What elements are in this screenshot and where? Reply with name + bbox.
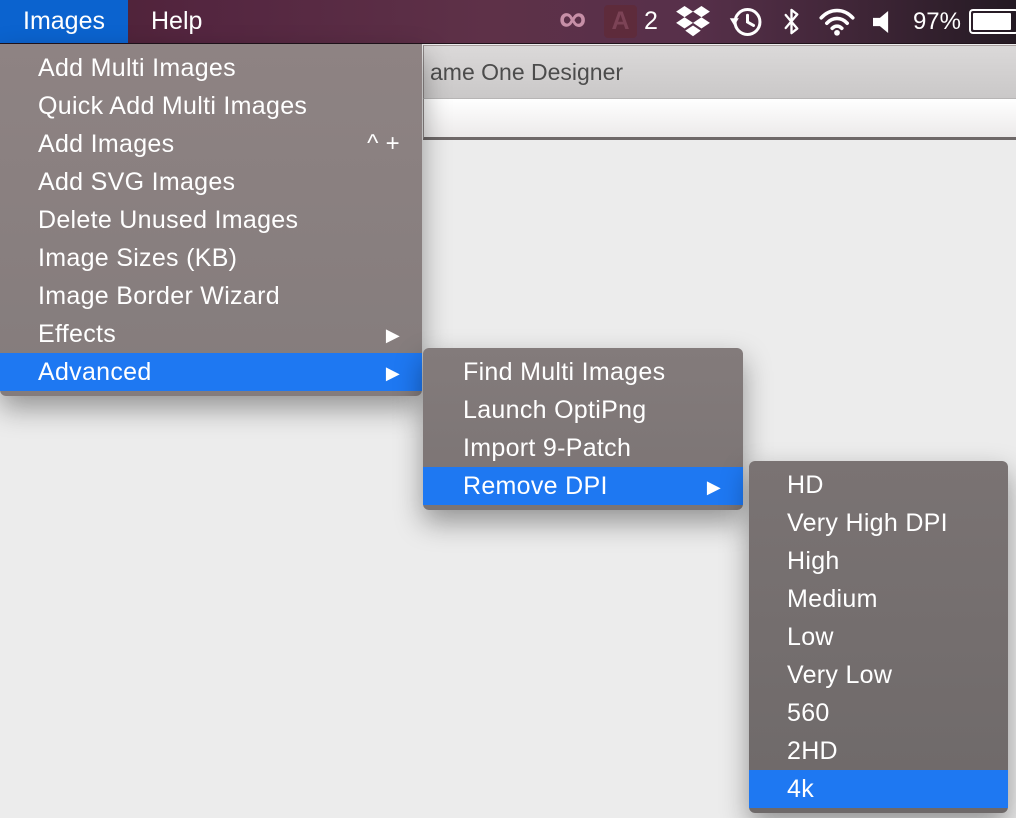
menubar: Images Help ∞ A 2 xyxy=(0,0,1016,44)
battery-status[interactable]: 97% xyxy=(904,0,1016,43)
menu-item-label: Image Sizes (KB) xyxy=(38,244,400,273)
creative-cloud-icon[interactable]: ∞ xyxy=(550,0,595,43)
menu-item-label: Delete Unused Images xyxy=(38,206,400,235)
menu-item-add-multi-images[interactable]: Add Multi Images xyxy=(0,49,422,87)
menu-item-label: 4k xyxy=(787,775,986,804)
submenu-arrow-icon: ▶ xyxy=(386,325,400,346)
menu-item-label: Add Images xyxy=(38,130,355,159)
menu-item-label: 2HD xyxy=(787,737,986,766)
menubar-item-label: Help xyxy=(151,7,202,36)
bluetooth-icon[interactable] xyxy=(773,0,810,43)
dropbox-icon[interactable] xyxy=(667,0,719,43)
menubar-item-label: Images xyxy=(23,7,105,36)
menu-item-560[interactable]: 560 xyxy=(749,694,1008,732)
menu-item-launch-optipng[interactable]: Launch OptiPng xyxy=(423,391,743,429)
menu-item-label: Import 9-Patch xyxy=(463,434,721,463)
menu-item-very-high-dpi[interactable]: Very High DPI xyxy=(749,504,1008,542)
menu-item-label: Image Border Wizard xyxy=(38,282,400,311)
window-titlebar[interactable]: ame One Designer xyxy=(423,45,1016,99)
menu-item-shortcut: ^ + xyxy=(367,130,400,158)
menu-item-high[interactable]: High xyxy=(749,542,1008,580)
submenu-arrow-icon: ▶ xyxy=(707,477,721,498)
menu-item-quick-add-multi-images[interactable]: Quick Add Multi Images xyxy=(0,87,422,125)
time-machine-icon[interactable] xyxy=(719,0,773,43)
menu-item-label: 560 xyxy=(787,699,986,728)
menu-item-remove-dpi[interactable]: Remove DPI ▶ xyxy=(423,467,743,505)
menu-item-label: Add SVG Images xyxy=(38,168,400,197)
menu-item-label: Advanced xyxy=(38,358,374,387)
menu-item-advanced[interactable]: Advanced ▶ xyxy=(0,353,422,391)
menubar-item-images[interactable]: Images xyxy=(0,0,128,43)
volume-icon[interactable] xyxy=(864,0,904,43)
window-toolbar xyxy=(423,99,1016,140)
menu-item-label: Very Low xyxy=(787,661,986,690)
menu-item-label: Quick Add Multi Images xyxy=(38,92,400,121)
menubar-item-help[interactable]: Help xyxy=(128,0,225,43)
menu-item-effects[interactable]: Effects ▶ xyxy=(0,315,422,353)
menu-item-label: Very High DPI xyxy=(787,509,986,538)
menubar-status-area: ∞ A 2 xyxy=(550,0,1016,43)
adobe-updates-badge: 2 xyxy=(644,7,658,36)
menu-item-add-images[interactable]: Add Images ^ + xyxy=(0,125,422,163)
menu-item-medium[interactable]: Medium xyxy=(749,580,1008,618)
adobe-updates-icon[interactable]: A 2 xyxy=(595,0,667,43)
submenu-arrow-icon: ▶ xyxy=(386,363,400,384)
menu-item-very-low[interactable]: Very Low xyxy=(749,656,1008,694)
menu-item-label: Effects xyxy=(38,320,374,349)
menu-item-image-sizes-kb[interactable]: Image Sizes (KB) xyxy=(0,239,422,277)
battery-icon xyxy=(969,9,1016,34)
menu-item-label: HD xyxy=(787,471,986,500)
remove-dpi-submenu: HD Very High DPI High Medium Low Very Low 560 2… xyxy=(749,461,1008,813)
menu-item-2hd[interactable]: 2HD xyxy=(749,732,1008,770)
menu-item-import-9-patch[interactable]: Import 9-Patch xyxy=(423,429,743,467)
menu-item-low[interactable]: Low xyxy=(749,618,1008,656)
menu-item-hd[interactable]: HD xyxy=(749,466,1008,504)
menu-item-label: Low xyxy=(787,623,986,652)
menu-item-4k[interactable]: 4k xyxy=(749,770,1008,808)
menu-item-label: Find Multi Images xyxy=(463,358,721,387)
menu-item-label: Medium xyxy=(787,585,986,614)
menu-item-label: Add Multi Images xyxy=(38,54,400,83)
images-menu: Add Multi Images Quick Add Multi Images Ad… xyxy=(0,44,422,396)
wifi-icon[interactable] xyxy=(810,0,864,43)
menu-item-label: Remove DPI xyxy=(463,472,695,501)
menu-item-find-multi-images[interactable]: Find Multi Images xyxy=(423,353,743,391)
menu-item-delete-unused-images[interactable]: Delete Unused Images xyxy=(0,201,422,239)
menu-item-image-border-wizard[interactable]: Image Border Wizard xyxy=(0,277,422,315)
menu-item-label: High xyxy=(787,547,986,576)
battery-percent: 97% xyxy=(913,8,961,36)
menu-item-label: Launch OptiPng xyxy=(463,396,721,425)
window-title: ame One Designer xyxy=(430,59,623,86)
advanced-submenu: Find Multi Images Launch OptiPng Import 9-… xyxy=(423,348,743,510)
menu-item-add-svg-images[interactable]: Add SVG Images xyxy=(0,163,422,201)
app-window: ame One Designer xyxy=(423,45,1016,140)
